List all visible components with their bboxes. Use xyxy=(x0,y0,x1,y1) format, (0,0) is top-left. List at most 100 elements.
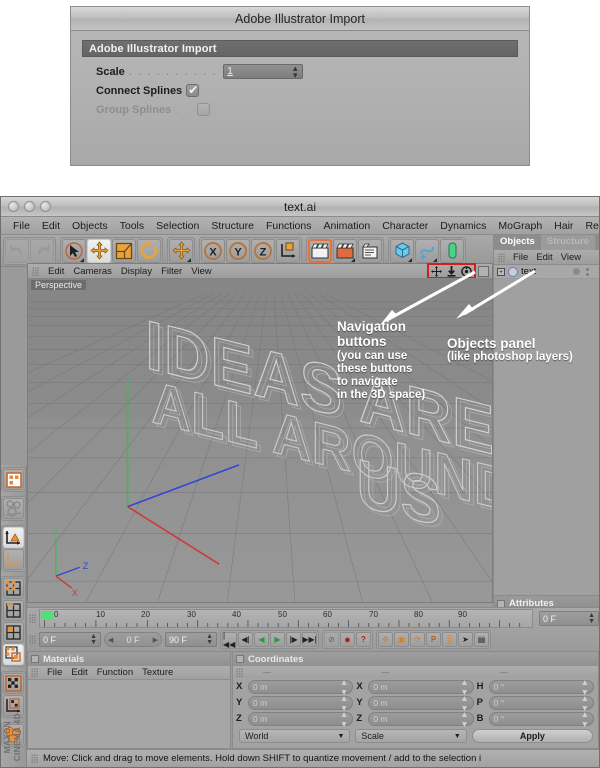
menu-mograph[interactable]: MoGraph xyxy=(492,220,548,232)
coord-rotation-h-field[interactable]: 0 ° ▲ ▼ xyxy=(488,677,594,697)
menu-character[interactable]: Character xyxy=(376,220,434,232)
scale-icon[interactable] xyxy=(112,238,136,263)
model-mode-icon[interactable] xyxy=(3,498,24,519)
x-axis-icon[interactable]: X xyxy=(201,238,225,263)
chevron-updown-icon[interactable]: ▲ ▼ xyxy=(588,612,595,625)
add-nurbs-icon[interactable] xyxy=(440,238,464,263)
current-frame-field-right[interactable]: 0 F ▲ ▼ xyxy=(539,611,599,626)
object-list-item-text[interactable]: + text xyxy=(494,265,599,279)
maximize-icon[interactable] xyxy=(478,265,489,277)
go-to-end-icon[interactable]: ▶▶| xyxy=(302,632,317,647)
rotate-icon[interactable] xyxy=(460,265,473,277)
menu-file[interactable]: File xyxy=(7,220,36,232)
chevron-updown-icon[interactable]: ▲ ▼ xyxy=(581,709,589,729)
viewport-menu-display[interactable]: Display xyxy=(121,266,152,277)
viewport-menu-view[interactable]: View xyxy=(191,266,211,277)
viewport-menu-cameras[interactable]: Cameras xyxy=(73,266,112,277)
time-cursor[interactable] xyxy=(41,611,53,619)
end-frame-field[interactable]: 90 F ▲ ▼ xyxy=(165,632,217,647)
chevron-updown-icon[interactable]: ▲ ▼ xyxy=(340,709,348,729)
render-view-icon[interactable] xyxy=(308,238,332,263)
key-selected-icon[interactable]: ➤ xyxy=(458,632,473,647)
zoom-icon[interactable] xyxy=(445,265,458,277)
objects-menu-edit[interactable]: Edit xyxy=(536,252,552,263)
coord-size-x-field[interactable]: 0 m ▲ ▼ xyxy=(368,677,474,697)
panel-grip-icon[interactable] xyxy=(31,754,38,763)
key-rotation-icon[interactable]: ⟳ xyxy=(410,632,425,647)
materials-menu-function[interactable]: Function xyxy=(97,667,133,678)
viewport-menu-filter[interactable]: Filter xyxy=(161,266,182,277)
render-region-icon[interactable] xyxy=(333,238,357,263)
object-visibility-dots-icon[interactable] xyxy=(586,267,589,276)
group-splines-checkbox[interactable] xyxy=(197,103,211,116)
coord-position-y-field[interactable]: 0 m ▲ ▼ xyxy=(248,693,354,713)
chevron-left-icon[interactable]: ◀ xyxy=(108,636,113,644)
chevron-right-icon[interactable]: ▶ xyxy=(153,636,158,644)
menu-selection[interactable]: Selection xyxy=(150,220,205,232)
object-tag-dot-icon[interactable] xyxy=(573,268,580,275)
panel-collapse-icon[interactable] xyxy=(31,655,39,663)
panel-grip-icon[interactable] xyxy=(29,635,36,644)
key-position-icon[interactable]: ✥ xyxy=(378,632,393,647)
key-pla-icon[interactable]: ⣿ xyxy=(442,632,457,647)
materials-menu-file[interactable]: File xyxy=(47,667,62,678)
y-axis-icon[interactable]: Y xyxy=(226,238,250,263)
key-scale-icon[interactable]: ▣ xyxy=(394,632,409,647)
add-cube-icon[interactable] xyxy=(390,238,414,263)
texture-mode-icon[interactable] xyxy=(3,673,24,694)
menu-dynamics[interactable]: Dynamics xyxy=(434,220,492,232)
preview-range-field[interactable]: ◀ 0 F ▶ xyxy=(104,632,162,647)
object-mode-icon[interactable] xyxy=(3,527,24,548)
coord-size-z-field[interactable]: 0 m ▲ ▼ xyxy=(368,709,474,729)
key-autokey-icon[interactable]: ▤ xyxy=(474,632,489,647)
step-forward-icon[interactable]: |▶ xyxy=(286,632,301,647)
menu-functions[interactable]: Functions xyxy=(260,220,318,232)
menu-edit[interactable]: Edit xyxy=(36,220,66,232)
tab-objects[interactable]: Objects xyxy=(494,235,541,250)
panel-grip-icon[interactable] xyxy=(498,252,505,262)
coord-position-z-field[interactable]: 0 m ▲ ▼ xyxy=(248,709,354,729)
add-spline-icon[interactable] xyxy=(415,238,439,263)
pan-icon[interactable] xyxy=(430,265,443,277)
viewport-menu-edit[interactable]: Edit xyxy=(48,266,64,277)
objects-menu-view[interactable]: View xyxy=(561,252,581,263)
expand-icon[interactable]: + xyxy=(497,267,505,276)
menu-animation[interactable]: Animation xyxy=(317,220,376,232)
materials-list[interactable] xyxy=(28,680,230,748)
coord-size-y-field[interactable]: 0 m ▲ ▼ xyxy=(368,693,474,713)
chevron-updown-icon[interactable]: ▲ ▼ xyxy=(460,709,468,729)
coord-position-x-field[interactable]: 0 m ▲ ▼ xyxy=(248,677,354,697)
materials-menu-texture[interactable]: Texture xyxy=(142,667,173,678)
connect-splines-checkbox[interactable] xyxy=(186,83,200,97)
move-icon[interactable] xyxy=(87,238,111,263)
record-question-icon[interactable]: ? xyxy=(356,632,371,647)
key-param-icon[interactable]: P xyxy=(426,632,441,647)
coord-rotation-b-field[interactable]: 0 ° ▲ ▼ xyxy=(488,709,594,729)
panel-grip-icon[interactable] xyxy=(31,668,38,677)
menu-structure[interactable]: Structure xyxy=(205,220,260,232)
play-icon[interactable]: ▶ xyxy=(270,632,285,647)
point-mode-icon[interactable] xyxy=(3,578,24,599)
coord-rotation-p-field[interactable]: 0 ° ▲ ▼ xyxy=(488,693,594,713)
autokey-icon[interactable]: ⊘ xyxy=(324,632,339,647)
tab-structure[interactable]: Structure xyxy=(540,235,596,250)
panel-collapse-icon[interactable] xyxy=(236,655,244,663)
menu-hair[interactable]: Hair xyxy=(548,220,579,232)
go-to-start-icon[interactable]: |◀◀ xyxy=(222,631,237,649)
make-editable-icon[interactable] xyxy=(3,469,24,490)
select-icon[interactable] xyxy=(62,238,86,263)
coordinate-system-dropdown[interactable]: World ▼ xyxy=(239,729,351,743)
panel-grip-icon[interactable] xyxy=(29,614,36,623)
render-settings-icon[interactable] xyxy=(358,238,382,263)
menu-render[interactable]: Render xyxy=(579,220,599,232)
current-frame-field[interactable]: 0 F ▲ ▼ xyxy=(39,632,101,647)
world-object-coord-icon[interactable] xyxy=(276,238,300,263)
record-icon[interactable]: ● xyxy=(340,632,355,647)
apply-button[interactable]: Apply xyxy=(471,729,593,743)
panel-grip-icon[interactable] xyxy=(32,266,39,276)
coordinate-mode-dropdown[interactable]: Scale ▼ xyxy=(355,729,467,743)
chevron-updown-icon[interactable]: ▲ ▼ xyxy=(206,633,213,646)
step-back-icon[interactable]: ◀| xyxy=(238,632,253,647)
rotate-icon[interactable] xyxy=(137,238,161,263)
undo-icon[interactable] xyxy=(5,238,29,263)
